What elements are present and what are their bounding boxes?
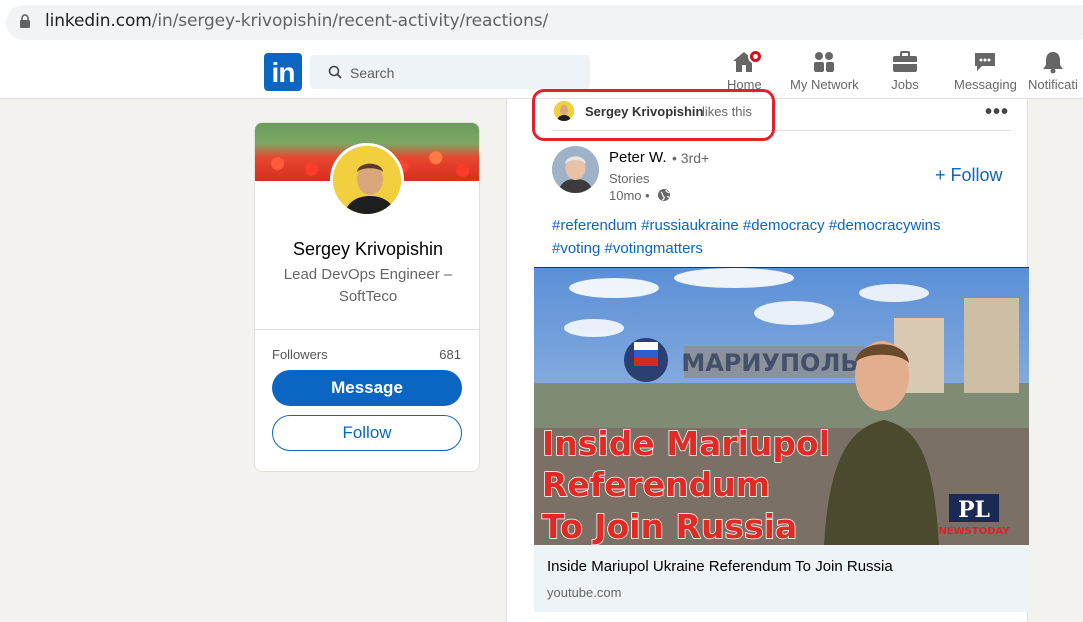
message-button[interactable]: Message [272,370,462,406]
follow-author-button[interactable]: + Follow [935,165,1003,186]
notification-badge [748,49,764,64]
connection-degree: • 3rd+ [672,150,710,166]
link-preview[interactable]: Inside Mariupol Ukraine Referendum To Jo… [534,545,1029,612]
video-image: МАРИУПОЛЬ Inside Mariupol Referendum To … [534,268,1029,545]
nav-item-my-network[interactable]: My Network [790,50,859,92]
profile-avatar[interactable] [330,143,404,217]
author-photo [552,146,599,193]
nav-item-jobs[interactable]: Jobs [891,50,919,92]
feed-post: Sergey Krivopishin likes this ••• Peter … [506,89,1029,622]
link-title[interactable]: Inside Mariupol Ukraine Referendum To Jo… [547,558,893,575]
video-thumbnail[interactable]: МАРИУПОЛЬ Inside Mariupol Referendum To … [534,267,1029,545]
pl-logo: PL [958,497,990,523]
profile-photo [333,146,401,214]
nav-label-messaging: Messaging [954,77,1017,92]
profile-name[interactable]: Sergey Krivopishin [255,239,479,260]
mariupol-sign: МАРИУПОЛЬ [681,349,858,377]
network-icon [814,52,835,72]
nav-label-my-network: My Network [790,77,859,92]
nav-item-home[interactable]: Home [727,49,764,92]
caption-line-1: Inside Mariupol [542,424,830,463]
post-timestamp: 10mo • [609,188,650,203]
search-placeholder: Search [350,65,395,81]
author-avatar[interactable] [552,146,599,193]
url-path: /in/sergey-krivopishin/recent-activity/r… [151,11,549,31]
follow-button[interactable]: Follow [272,415,462,451]
profile-headline: Lead DevOps Engineer – SoftTeco [283,266,453,305]
more-options-icon[interactable]: ••• [985,101,1009,124]
nav-item-notifications[interactable]: Notificati [1028,50,1078,92]
caption-line-2: Referendum [542,465,770,504]
profile-card: Sergey Krivopishin Lead DevOps Engineer … [254,122,480,472]
followers-count: 681 [439,347,461,362]
nav-label-notifications: Notificati [1028,77,1078,92]
lock-icon [20,14,30,28]
globe-icon [658,189,670,201]
nav-item-messaging[interactable]: Messaging [954,50,1017,92]
post-hashtags[interactable]: #referendum #russiaukraine #democracy #d… [552,214,992,260]
author-subtitle: Stories [609,171,650,186]
browser-address-bar: linkedin.com/in/sergey-krivopishin/recen… [0,0,1083,46]
caption-line-3: To Join Russia [542,507,797,545]
search-icon [328,65,342,79]
linkedin-logo[interactable]: in [264,53,302,91]
post-author-name[interactable]: Peter W. [609,149,667,166]
bell-icon [1042,52,1063,74]
messaging-icon [975,53,996,71]
followers-label: Followers [272,347,328,362]
briefcase-icon [893,51,917,72]
red-highlight-annotation [532,89,775,141]
url-text[interactable]: linkedin.com/in/sergey-krivopishin/recen… [45,11,548,31]
search-input[interactable]: Search [310,55,590,89]
card-divider [255,329,479,330]
pl-logo-sub: NEWSTODAY [938,526,1010,537]
url-host: linkedin.com [45,11,152,31]
link-source: youtube.com [547,585,622,600]
nav-label-jobs: Jobs [891,77,919,92]
